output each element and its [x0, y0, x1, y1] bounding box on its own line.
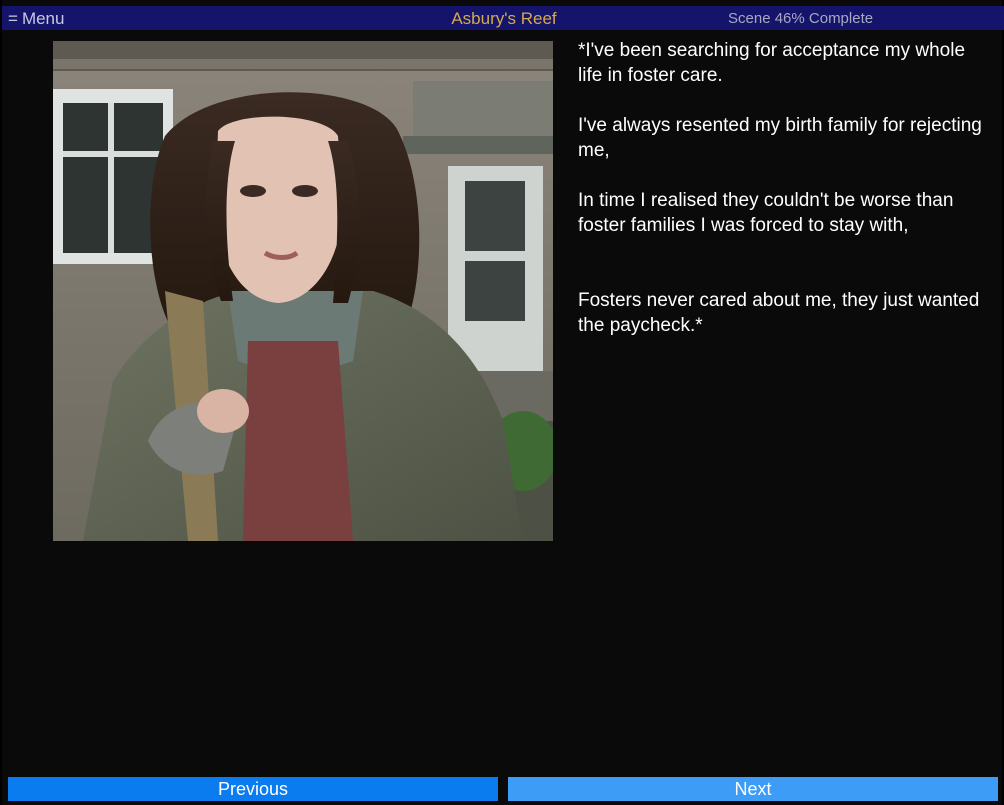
character-portrait	[53, 41, 553, 541]
story-paragraph: I've always resented my birth family for…	[578, 115, 982, 161]
menu-button[interactable]: = Menu	[8, 9, 64, 29]
story-text: *I've been searching for acceptance my w…	[578, 38, 988, 338]
top-bar: = Menu Asbury's Reef Scene 46% Complete	[2, 6, 1004, 30]
menu-icon: =	[8, 9, 18, 28]
scene-progress: Scene 46% Complete	[728, 10, 874, 27]
previous-button[interactable]: Previous	[8, 777, 498, 801]
story-paragraph: In time I realised they couldn't be wors…	[578, 190, 954, 236]
next-button[interactable]: Next	[508, 777, 998, 801]
menu-label: Menu	[21, 9, 65, 28]
game-window: =Menu Asbury's Reef Scene 46% Complete	[0, 0, 1004, 805]
story-paragraph: *I've been searching for acceptance my w…	[578, 40, 966, 86]
story-paragraph: Fosters never cared about me, they just …	[578, 290, 980, 336]
